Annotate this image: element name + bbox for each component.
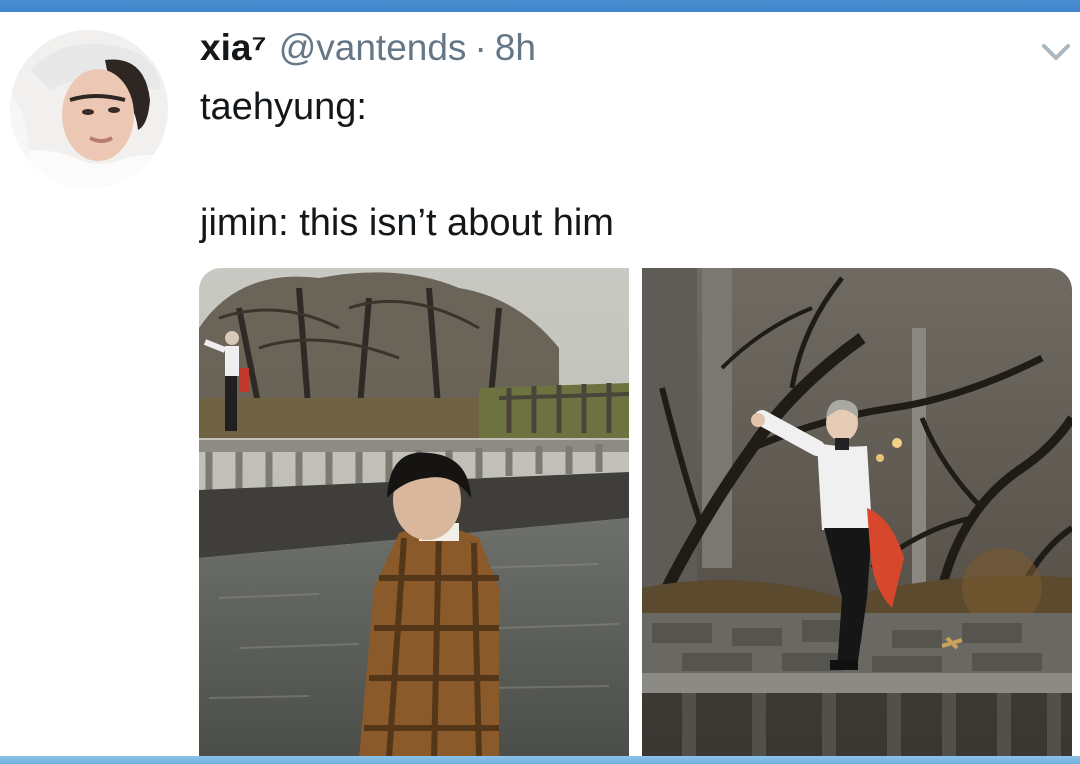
- separator-dot: ·: [474, 27, 487, 68]
- photo-left[interactable]: [199, 268, 629, 758]
- tweet-header: xia⁷ @vantends · 8h: [200, 26, 536, 70]
- user-handle[interactable]: @vantends: [279, 26, 467, 70]
- photo-right[interactable]: [642, 268, 1072, 758]
- tweet-text-line-2: jimin: this isn’t about him: [200, 202, 614, 244]
- bottom-edge-bar: [0, 756, 1080, 764]
- tweet-timestamp[interactable]: 8h: [495, 26, 536, 70]
- display-name[interactable]: xia⁷: [200, 26, 267, 70]
- tweet-text-line-1: taehyung:: [200, 86, 367, 128]
- top-status-bar: [0, 0, 1080, 12]
- avatar-image: [10, 30, 168, 188]
- chevron-down-icon[interactable]: [1038, 38, 1074, 66]
- profile-avatar[interactable]: [10, 30, 168, 188]
- tweet-media: [199, 268, 1072, 758]
